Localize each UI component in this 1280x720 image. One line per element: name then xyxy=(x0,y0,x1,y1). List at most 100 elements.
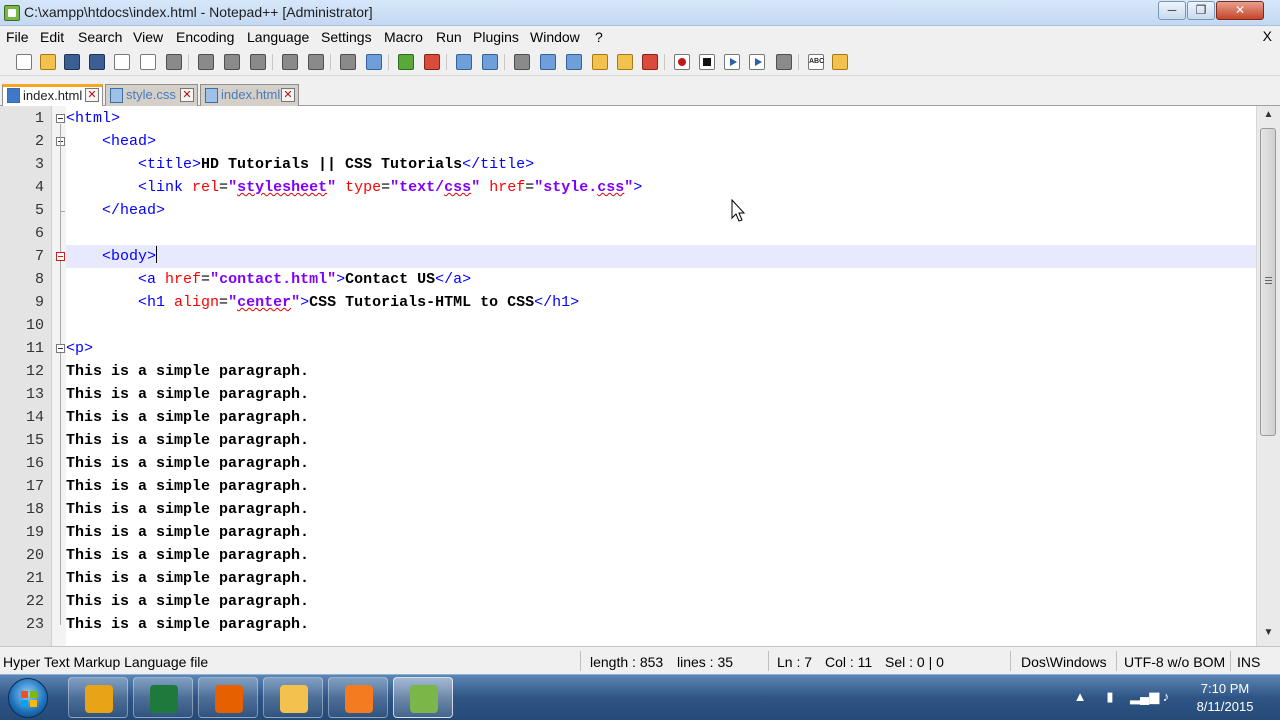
menu-view[interactable]: View xyxy=(133,29,163,45)
find-icon[interactable] xyxy=(340,54,356,70)
spell-check-icon[interactable]: ABC xyxy=(808,54,824,70)
user-defined-language-icon[interactable] xyxy=(592,54,608,70)
start-button[interactable] xyxy=(8,678,48,718)
code-line[interactable]: <a href="contact.html">Contact US</a> xyxy=(66,268,1256,291)
close-tab-icon[interactable]: ✕ xyxy=(281,88,295,102)
code-line[interactable]: This is a simple paragraph. xyxy=(66,452,1256,475)
code-line[interactable]: This is a simple paragraph. xyxy=(66,383,1256,406)
run-macro-multiple-icon[interactable] xyxy=(749,54,765,70)
code-token: <html> xyxy=(66,110,121,127)
tab-index-html-2[interactable]: index.html ✕ xyxy=(200,84,299,106)
menu-settings[interactable]: Settings xyxy=(321,29,372,45)
taskbar-firefox-button[interactable] xyxy=(198,677,258,718)
scroll-thumb[interactable] xyxy=(1260,128,1276,436)
code-line[interactable] xyxy=(66,314,1256,337)
line-number: 19 xyxy=(25,524,44,541)
cut-icon[interactable] xyxy=(198,54,214,70)
fold-toggle-icon[interactable] xyxy=(56,252,65,261)
save-macro-icon[interactable] xyxy=(776,54,792,70)
record-macro-icon[interactable] xyxy=(674,54,690,70)
code-line[interactable]: This is a simple paragraph. xyxy=(66,475,1256,498)
close-all-icon[interactable] xyxy=(140,54,156,70)
close-tab-icon[interactable]: ✕ xyxy=(85,88,99,102)
taskbar-explorer-button[interactable] xyxy=(263,677,323,718)
code-line[interactable]: This is a simple paragraph. xyxy=(66,544,1256,567)
document-map-icon[interactable] xyxy=(617,54,633,70)
code-line[interactable]: This is a simple paragraph. xyxy=(66,590,1256,613)
code-line[interactable]: <head> xyxy=(66,130,1256,153)
word-wrap-icon[interactable] xyxy=(514,54,530,70)
redo-icon[interactable] xyxy=(308,54,324,70)
system-clock[interactable]: 7:10 PM 8/11/2015 xyxy=(1180,680,1270,716)
show-all-characters-icon[interactable] xyxy=(540,54,556,70)
maximize-button[interactable]: ❐ xyxy=(1187,1,1215,20)
code-line[interactable]: This is a simple paragraph. xyxy=(66,429,1256,452)
code-line[interactable]: <p> xyxy=(66,337,1256,360)
open-file-icon[interactable] xyxy=(40,54,56,70)
sync-vertical-icon[interactable] xyxy=(456,54,472,70)
taskbar-excel-button[interactable] xyxy=(133,677,193,718)
vertical-scrollbar[interactable]: ▲ ▼ xyxy=(1256,106,1280,646)
battery-icon[interactable]: ▮ xyxy=(1102,689,1118,705)
close-window-button[interactable]: ✕ xyxy=(1216,1,1264,20)
code-line[interactable] xyxy=(66,222,1256,245)
menu-window[interactable]: Window xyxy=(530,29,580,45)
fold-toggle-icon[interactable] xyxy=(56,344,65,353)
replace-icon[interactable] xyxy=(366,54,382,70)
copy-icon[interactable] xyxy=(224,54,240,70)
close-file-icon[interactable] xyxy=(114,54,130,70)
minimize-button[interactable]: ─ xyxy=(1158,1,1186,20)
menu-language[interactable]: Language xyxy=(247,29,309,45)
sync-horizontal-icon[interactable] xyxy=(482,54,498,70)
menu-plugins[interactable]: Plugins xyxy=(473,29,519,45)
taskbar-notepad-plus-plus-button[interactable] xyxy=(393,677,453,718)
code-editor[interactable]: 1 2 3 4 5 6 7 8 9 10 11 12 13 14 15 16 17 18 19 20 21 22 23 <h… xyxy=(0,106,1280,646)
menu-macro[interactable]: Macro xyxy=(384,29,423,45)
taskbar-xampp-button[interactable] xyxy=(328,677,388,718)
code-line[interactable]: <html> xyxy=(66,107,1256,130)
menu-file[interactable]: File xyxy=(6,29,29,45)
print-icon[interactable] xyxy=(166,54,182,70)
show-hidden-icons-icon[interactable]: ▲ xyxy=(1072,689,1088,705)
plugin-icon[interactable] xyxy=(832,54,848,70)
stop-recording-icon[interactable] xyxy=(699,54,715,70)
tab-style-css[interactable]: style.css ✕ xyxy=(105,84,198,106)
close-document-button[interactable]: X xyxy=(1263,28,1272,44)
close-tab-icon[interactable]: ✕ xyxy=(180,88,194,102)
scroll-down-arrow[interactable]: ▼ xyxy=(1257,624,1280,642)
code-line[interactable]: </head> xyxy=(66,199,1256,222)
mouse-pointer-icon xyxy=(731,199,745,222)
code-line[interactable]: This is a simple paragraph. xyxy=(66,360,1256,383)
code-line[interactable]: This is a simple paragraph. xyxy=(66,613,1256,636)
code-line[interactable]: <h1 align="center">CSS Tutorials-HTML to… xyxy=(66,291,1256,314)
zoom-out-icon[interactable] xyxy=(424,54,440,70)
menu-search[interactable]: Search xyxy=(78,29,122,45)
tab-index-html[interactable]: index.html ✕ xyxy=(2,84,103,106)
menu-encoding[interactable]: Encoding xyxy=(176,29,234,45)
network-signal-icon[interactable]: ▂▄▆ xyxy=(1130,689,1159,705)
menu-edit[interactable]: Edit xyxy=(40,29,64,45)
save-all-icon[interactable] xyxy=(89,54,105,70)
code-line[interactable]: This is a simple paragraph. xyxy=(66,521,1256,544)
menu-help[interactable]: ? xyxy=(595,29,603,45)
undo-icon[interactable] xyxy=(282,54,298,70)
code-line[interactable]: This is a simple paragraph. xyxy=(66,498,1256,521)
code-area[interactable]: <html> <head> <title>HD Tutorials || CSS… xyxy=(66,106,1256,646)
code-line[interactable]: <link rel="stylesheet" type="text/css" h… xyxy=(66,176,1256,199)
new-file-icon[interactable] xyxy=(16,54,32,70)
code-line[interactable]: This is a simple paragraph. xyxy=(66,406,1256,429)
function-list-icon[interactable] xyxy=(642,54,658,70)
volume-icon[interactable]: ♪ xyxy=(1158,689,1174,705)
paste-icon[interactable] xyxy=(250,54,266,70)
playback-macro-icon[interactable] xyxy=(724,54,740,70)
code-line[interactable]: <body> xyxy=(66,245,1256,268)
zoom-in-icon[interactable] xyxy=(398,54,414,70)
save-icon[interactable] xyxy=(64,54,80,70)
indent-guide-icon[interactable] xyxy=(566,54,582,70)
menu-run[interactable]: Run xyxy=(436,29,462,45)
code-line[interactable]: <title>HD Tutorials || CSS Tutorials</ti… xyxy=(66,153,1256,176)
code-line[interactable]: This is a simple paragraph. xyxy=(66,567,1256,590)
fold-toggle-icon[interactable] xyxy=(56,114,65,123)
taskbar-chrome-button[interactable] xyxy=(68,677,128,718)
scroll-up-arrow[interactable]: ▲ xyxy=(1257,106,1280,124)
